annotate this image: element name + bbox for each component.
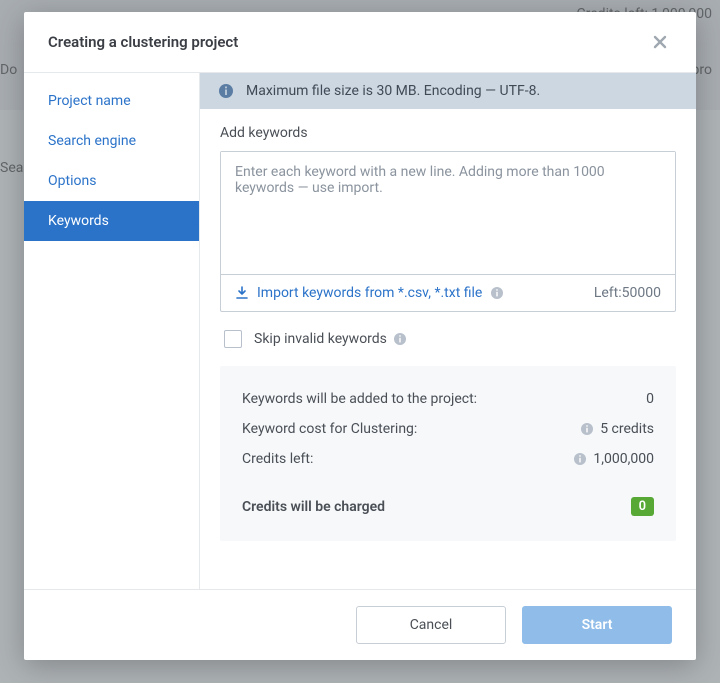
info-bar: Maximum file size is 30 MB. Encoding — U… bbox=[200, 73, 696, 109]
modal-body: Project name Search engine Options Keywo… bbox=[24, 72, 696, 589]
tab-keywords[interactable]: Keywords bbox=[24, 201, 199, 241]
summary-row-cost: Keyword cost for Clustering: 5 credits bbox=[242, 414, 654, 444]
summary-charge-label: Credits will be charged bbox=[242, 499, 385, 515]
skip-invalid-checkbox[interactable] bbox=[224, 330, 242, 348]
modal-footer: Cancel Start bbox=[24, 589, 696, 660]
import-link-text: Import keywords from *.csv, *.txt file bbox=[257, 285, 482, 301]
summary-row-added: Keywords will be added to the project: 0 bbox=[242, 384, 654, 414]
keywords-panel: Add keywords Import keywords from *.csv,… bbox=[200, 109, 696, 589]
keywords-left-count: Left:50000 bbox=[594, 285, 661, 301]
info-bar-text: Maximum file size is 30 MB. Encoding — U… bbox=[246, 83, 540, 99]
info-icon bbox=[580, 422, 594, 436]
download-icon bbox=[235, 286, 249, 300]
summary-cost-text: 5 credits bbox=[600, 421, 654, 437]
skip-invalid-text: Skip invalid keywords bbox=[254, 331, 387, 347]
wizard-sidebar: Project name Search engine Options Keywo… bbox=[24, 73, 200, 589]
close-icon bbox=[652, 34, 668, 50]
summary-box: Keywords will be added to the project: 0… bbox=[220, 366, 676, 541]
modal-title: Creating a clustering project bbox=[48, 33, 238, 51]
cancel-button[interactable]: Cancel bbox=[356, 606, 506, 644]
skip-invalid-label: Skip invalid keywords bbox=[254, 331, 407, 347]
summary-credits-value: 1,000,000 bbox=[573, 451, 654, 467]
summary-row-credits: Credits left: 1,000,000 bbox=[242, 444, 654, 474]
summary-credits-label: Credits left: bbox=[242, 451, 313, 467]
content-pane: Maximum file size is 30 MB. Encoding — U… bbox=[200, 73, 696, 589]
keywords-box: Import keywords from *.csv, *.txt file L… bbox=[220, 151, 676, 312]
modal-header: Creating a clustering project bbox=[24, 12, 696, 72]
close-button[interactable] bbox=[648, 30, 672, 54]
import-row: Import keywords from *.csv, *.txt file L… bbox=[221, 274, 675, 311]
summary-credits-text: 1,000,000 bbox=[593, 451, 654, 467]
info-icon bbox=[490, 286, 504, 300]
summary-added-value: 0 bbox=[646, 391, 654, 407]
info-icon bbox=[573, 452, 587, 466]
tab-project-name[interactable]: Project name bbox=[24, 81, 199, 121]
summary-charge-badge: 0 bbox=[631, 497, 654, 516]
summary-added-label: Keywords will be added to the project: bbox=[242, 391, 477, 407]
import-keywords-link[interactable]: Import keywords from *.csv, *.txt file bbox=[235, 285, 504, 301]
info-icon bbox=[393, 332, 407, 346]
start-button[interactable]: Start bbox=[522, 606, 672, 644]
summary-row-charge: Credits will be charged 0 bbox=[242, 490, 654, 523]
add-keywords-label: Add keywords bbox=[220, 125, 676, 141]
tab-search-engine[interactable]: Search engine bbox=[24, 121, 199, 161]
summary-cost-label: Keyword cost for Clustering: bbox=[242, 421, 417, 437]
summary-cost-value: 5 credits bbox=[580, 421, 654, 437]
info-icon bbox=[218, 83, 234, 99]
skip-row: Skip invalid keywords bbox=[220, 312, 676, 366]
keywords-textarea[interactable] bbox=[221, 152, 675, 270]
create-clustering-modal: Creating a clustering project Project na… bbox=[24, 12, 696, 660]
tab-options[interactable]: Options bbox=[24, 161, 199, 201]
